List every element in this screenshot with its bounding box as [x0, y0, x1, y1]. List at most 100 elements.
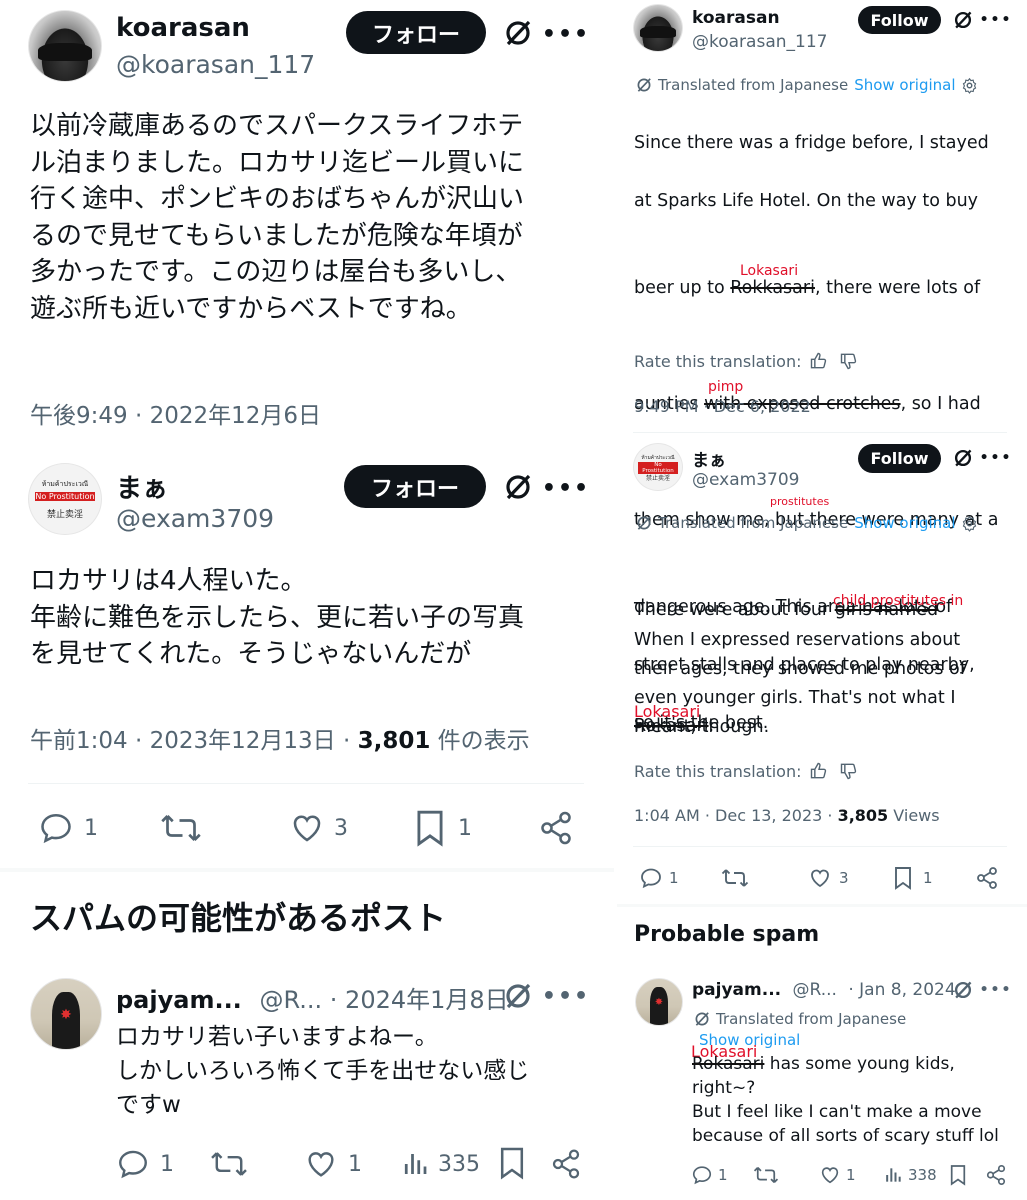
avatar-exam3709[interactable]: ห้ามค้าประเวณี No Prostitution 禁止卖淫 — [28, 463, 102, 535]
gear-icon[interactable] — [961, 77, 978, 94]
post-timestamp[interactable]: 午前1:04 · 2023年12月13日 · — [30, 728, 358, 754]
divider — [633, 846, 1007, 847]
follow-button[interactable]: Follow — [858, 444, 941, 473]
grok-icon[interactable] — [951, 8, 975, 32]
bookmark-button[interactable] — [498, 1144, 526, 1182]
author-name[interactable]: pajyam... — [692, 980, 781, 1000]
post-date[interactable]: · 2024年1月8日 — [322, 986, 509, 1014]
author-name[interactable]: pajyam... — [116, 986, 242, 1014]
thumbs-down-icon[interactable] — [839, 761, 859, 781]
reply-icon — [41, 813, 71, 844]
like-button[interactable]: 3 — [288, 808, 348, 848]
thumbs-up-icon[interactable] — [809, 351, 829, 371]
translated-label: Translated from Japanese — [658, 514, 849, 532]
like-button[interactable]: 3 — [807, 864, 849, 892]
post-text: Rokasari has some young kids, right~? Bu… — [692, 1052, 1022, 1148]
repost-button[interactable] — [721, 864, 749, 892]
rate-translation: Rate this translation: — [634, 761, 859, 781]
post-meta: 1:04 AM · Dec 13, 2023 · 3,805 Views — [634, 806, 940, 825]
text-line: But I feel like I can't make a move — [692, 1102, 982, 1122]
post-header: pajyam... @R... · 2024年1月8日 — [116, 980, 509, 1015]
repost-icon — [161, 815, 201, 841]
follow-button[interactable]: フォロー — [346, 11, 486, 54]
struck-term: Rokasari — [692, 1054, 765, 1074]
grok-icon[interactable] — [500, 978, 536, 1014]
post-date[interactable]: · Jan 8, 2024 — [843, 980, 955, 1000]
reply-button[interactable]: 1 — [639, 864, 679, 892]
grok-icon[interactable] — [951, 978, 975, 1002]
reply-button[interactable]: 1 — [691, 1162, 728, 1188]
grok-icon[interactable] — [500, 15, 536, 51]
reply-button[interactable]: 1 — [38, 808, 98, 848]
view-count: 3,801 — [357, 728, 431, 754]
author-handle[interactable]: @koarasan_117 — [692, 32, 827, 52]
repost-button[interactable] — [753, 1162, 779, 1188]
bookmark-icon — [500, 1147, 524, 1180]
like-button[interactable]: 1 — [304, 1146, 362, 1182]
more-icon[interactable]: ••• — [980, 8, 1011, 32]
avatar-pajyam[interactable]: ✸ — [30, 978, 102, 1050]
bookmark-button[interactable]: 1 — [893, 864, 933, 892]
rate-label: Rate this translation: — [634, 761, 802, 781]
repost-icon — [721, 869, 749, 887]
translated-label: Translated from Japanese — [658, 76, 849, 94]
share-button[interactable] — [538, 808, 574, 848]
post-timestamp[interactable]: 1:04 AM · Dec 13, 2023 · — [634, 806, 838, 825]
bookmark-button[interactable] — [949, 1161, 967, 1189]
views-icon — [404, 1154, 427, 1174]
avatar-koarasan[interactable] — [633, 4, 683, 52]
thumbs-up-icon[interactable] — [809, 761, 829, 781]
more-icon[interactable]: ••• — [542, 470, 588, 506]
avatar-koarasan[interactable] — [28, 10, 102, 82]
views-button[interactable]: 335 — [400, 1146, 480, 1182]
views-icon — [886, 1168, 901, 1182]
divider — [28, 783, 584, 784]
reply-count: 1 — [669, 869, 679, 887]
author-handle[interactable]: @koarasan_117 — [116, 50, 315, 79]
share-button[interactable] — [550, 1146, 582, 1182]
more-icon[interactable]: ••• — [980, 978, 1011, 1002]
thumbs-down-icon[interactable] — [839, 351, 859, 371]
more-icon[interactable]: ••• — [542, 978, 588, 1014]
share-icon — [977, 867, 997, 889]
text-line: Since there was a fridge before, I staye… — [634, 133, 989, 153]
author-handle[interactable]: @exam3709 — [692, 470, 799, 490]
divider — [633, 432, 1007, 433]
section-separator — [617, 904, 1027, 907]
show-original-link[interactable]: Show original — [854, 76, 955, 94]
post-timestamp[interactable]: 9:49 PM · Dec 6, 2022 — [634, 397, 811, 416]
like-count: 1 — [846, 1166, 856, 1184]
more-icon[interactable]: ••• — [980, 446, 1011, 470]
post-timestamp[interactable]: 午後9:49 · 2022年12月6日 — [30, 396, 321, 430]
avatar-exam3709[interactable]: ห้ามค้าประเวณี No Prostitution 禁止卖淫 — [633, 443, 683, 491]
author-name[interactable]: まぁ — [116, 468, 168, 505]
author-handle[interactable]: @exam3709 — [116, 504, 274, 533]
author-name[interactable]: koarasan — [116, 13, 250, 43]
bookmark-button[interactable]: 1 — [414, 808, 472, 848]
text-line: Rokasari has some young kids, — [692, 1054, 955, 1074]
section-separator — [0, 868, 614, 872]
more-icon[interactable]: ••• — [542, 16, 588, 52]
share-button[interactable] — [975, 864, 999, 892]
bookmark-count: 1 — [923, 869, 933, 887]
author-name[interactable]: まぁ — [692, 446, 726, 471]
author-handle[interactable]: @R... — [793, 980, 837, 1000]
follow-button[interactable]: フォロー — [344, 465, 486, 508]
grok-icon[interactable] — [951, 446, 975, 470]
share-button[interactable] — [985, 1162, 1007, 1188]
avatar-pajyam[interactable]: ✸ — [635, 978, 683, 1026]
translation-notice: Translated from Japanese — [693, 1010, 906, 1028]
follow-button[interactable]: Follow — [858, 6, 941, 34]
repost-button[interactable] — [160, 808, 202, 848]
author-name[interactable]: koarasan — [692, 8, 780, 28]
like-icon — [308, 1152, 334, 1177]
views-button[interactable]: 338 — [883, 1162, 937, 1188]
gear-icon[interactable] — [961, 515, 978, 532]
repost-button[interactable] — [210, 1146, 248, 1182]
show-original-link[interactable]: Show original — [854, 514, 955, 532]
author-handle[interactable]: @R... — [259, 986, 322, 1014]
reply-button[interactable]: 1 — [116, 1146, 174, 1182]
like-button[interactable]: 1 — [819, 1162, 856, 1188]
translation-notice: Translated from Japanese Show original — [635, 514, 978, 532]
grok-icon[interactable] — [500, 469, 536, 505]
